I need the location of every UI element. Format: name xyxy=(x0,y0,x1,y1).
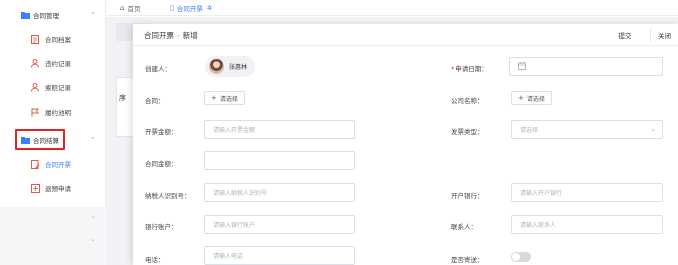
tab-contract-invoice[interactable]: ▯ 合同开票 ✲ xyxy=(170,2,212,14)
sidebar-item-performance[interactable]: 履约池明 xyxy=(0,101,106,123)
sidebar-item-claim-records[interactable]: 索赔记录 xyxy=(0,76,106,98)
close-button[interactable]: 关闭 xyxy=(650,28,678,42)
chevron-up-icon: ⌃ xyxy=(90,136,96,144)
sidebar-item-label: 退预申请 xyxy=(45,185,71,193)
phone-placeholder: 请输入电话 xyxy=(213,253,244,260)
highlight-box xyxy=(15,129,65,150)
contract-amount-label: 合同金额： xyxy=(145,160,178,168)
tab-label: 首页 xyxy=(127,5,141,13)
drawer-title: 合同开票 - 新增 xyxy=(144,30,198,41)
plus-icon: + xyxy=(518,94,524,102)
invoice-amount-label: 开票金额： xyxy=(145,128,178,136)
invoice-type-label: 发票类型： xyxy=(451,128,484,136)
avatar xyxy=(209,59,224,74)
company-select-label: 请选择 xyxy=(526,95,545,103)
invoice-drawer: 合同开票 - 新增 提交 关闭 创建人： 张惠林 *申请日期： 合同： + 请选择 … xyxy=(133,24,678,265)
apply-date-picker[interactable] xyxy=(509,57,663,76)
sidebar: 合同管理 ⌃ 合同档案 违约记录 索赔记录 履约池明 合同结算 ⌃ 合同开票 退… xyxy=(0,0,106,265)
chevron-down-icon[interactable]: ⌄ xyxy=(90,235,96,243)
tax-id-placeholder: 请输入纳税人识别号 xyxy=(213,190,268,197)
sidebar-collapsed-area: ⌄ ⌄ xyxy=(0,207,106,265)
contract-select-label: 请选择 xyxy=(219,95,238,103)
drawer-title-text: 合同开票 xyxy=(144,31,174,40)
calendar-icon xyxy=(518,61,526,72)
home-icon: ⌂ xyxy=(120,4,125,12)
sidebar-item-label: 索赔记录 xyxy=(45,84,71,92)
gear-icon[interactable]: ✲ xyxy=(207,4,212,12)
drawer-header: 合同开票 - 新增 提交 关闭 xyxy=(133,24,678,46)
company-select-button[interactable]: + 请选择 xyxy=(511,91,552,105)
invoice-type-placeholder: 请选择 xyxy=(520,127,539,134)
sidebar-group-label: 合同管理 xyxy=(33,12,59,20)
sidebar-item-refund-request[interactable]: 退预申请 xyxy=(0,177,106,199)
sidebar-item-label: 违约记录 xyxy=(45,60,71,68)
creator-name: 张惠林 xyxy=(229,64,248,71)
sidebar-group-contract-management[interactable]: 合同管理 ⌃ xyxy=(0,4,106,26)
sidebar-item-label: 合同开票 xyxy=(45,161,71,169)
plus-icon: + xyxy=(211,94,217,102)
tax-id-label: 纳税人识别号： xyxy=(145,192,191,200)
creator-chip: 张惠林 xyxy=(205,56,255,77)
chevron-down-icon[interactable]: ⌄ xyxy=(90,212,96,220)
required-mark: * xyxy=(451,65,455,73)
folder-icon xyxy=(20,10,30,20)
document-icon xyxy=(30,34,40,44)
phone-label: 电话： xyxy=(145,256,165,264)
sidebar-item-contract-invoice[interactable]: 合同开票 xyxy=(0,153,106,175)
sidebar-item-breach-records[interactable]: 违约记录 xyxy=(0,52,106,74)
apply-date-label-text: 申请日期： xyxy=(455,65,488,73)
submit-button[interactable]: 提交 xyxy=(610,28,640,42)
toggle-knob xyxy=(512,253,520,261)
flag-icon xyxy=(30,107,40,117)
invoice-icon xyxy=(30,159,40,169)
contact-placeholder: 请输入联系人 xyxy=(520,222,557,229)
tab-bar: ⌂ 首页 ▯ 合同开票 ✲ xyxy=(106,0,678,16)
mail-toggle[interactable] xyxy=(511,252,531,262)
bank-account-placeholder: 请输入银行账户 xyxy=(213,222,256,229)
title-separator: - xyxy=(177,31,180,40)
invoice-amount-placeholder: 请输入开票金额 xyxy=(213,127,256,134)
contract-select-button[interactable]: + 请选择 xyxy=(204,91,245,105)
tab-home[interactable]: ⌂ 首页 xyxy=(120,2,140,14)
user-warning-icon xyxy=(30,58,40,68)
drawer-mode: 新增 xyxy=(182,31,198,40)
phone-input[interactable]: 请输入电话 xyxy=(204,246,355,265)
invoice-type-select[interactable]: 请选择 ⌄ xyxy=(511,120,663,139)
sidebar-item-label: 合同档案 xyxy=(45,36,71,44)
bank-input[interactable]: 请输入开户银行 xyxy=(511,183,663,202)
contract-amount-input[interactable] xyxy=(204,151,355,170)
sidebar-item-contract-archive[interactable]: 合同档案 xyxy=(0,28,106,50)
invoice-amount-input[interactable]: 请输入开票金额 xyxy=(204,120,355,139)
tax-id-input[interactable]: 请输入纳税人识别号 xyxy=(204,183,355,202)
tab-label: 合同开票 xyxy=(176,5,203,13)
contact-input[interactable]: 请输入联系人 xyxy=(511,215,663,234)
apply-date-label: *申请日期： xyxy=(451,63,488,73)
bank-account-input[interactable]: 请输入银行账户 xyxy=(204,215,355,234)
contact-label: 联系人： xyxy=(451,223,477,231)
refund-icon xyxy=(30,183,40,193)
contract-label: 合同： xyxy=(145,97,165,105)
invoice-icon: ▯ xyxy=(170,4,174,12)
bank-account-label: 银行账户： xyxy=(145,223,178,231)
company-label: 公司名称： xyxy=(451,97,484,105)
user-claim-icon xyxy=(30,82,40,92)
sidebar-item-label: 履约池明 xyxy=(45,109,71,117)
chevron-down-icon: ⌄ xyxy=(650,125,656,133)
background-table-header: 序 xyxy=(119,94,126,102)
creator-label: 创建人： xyxy=(145,65,171,73)
mail-label: 是否寄送： xyxy=(451,256,484,264)
bank-label: 开户银行： xyxy=(451,192,484,200)
bank-placeholder: 请输入开户银行 xyxy=(520,190,563,197)
chevron-up-icon: ⌃ xyxy=(90,11,96,19)
